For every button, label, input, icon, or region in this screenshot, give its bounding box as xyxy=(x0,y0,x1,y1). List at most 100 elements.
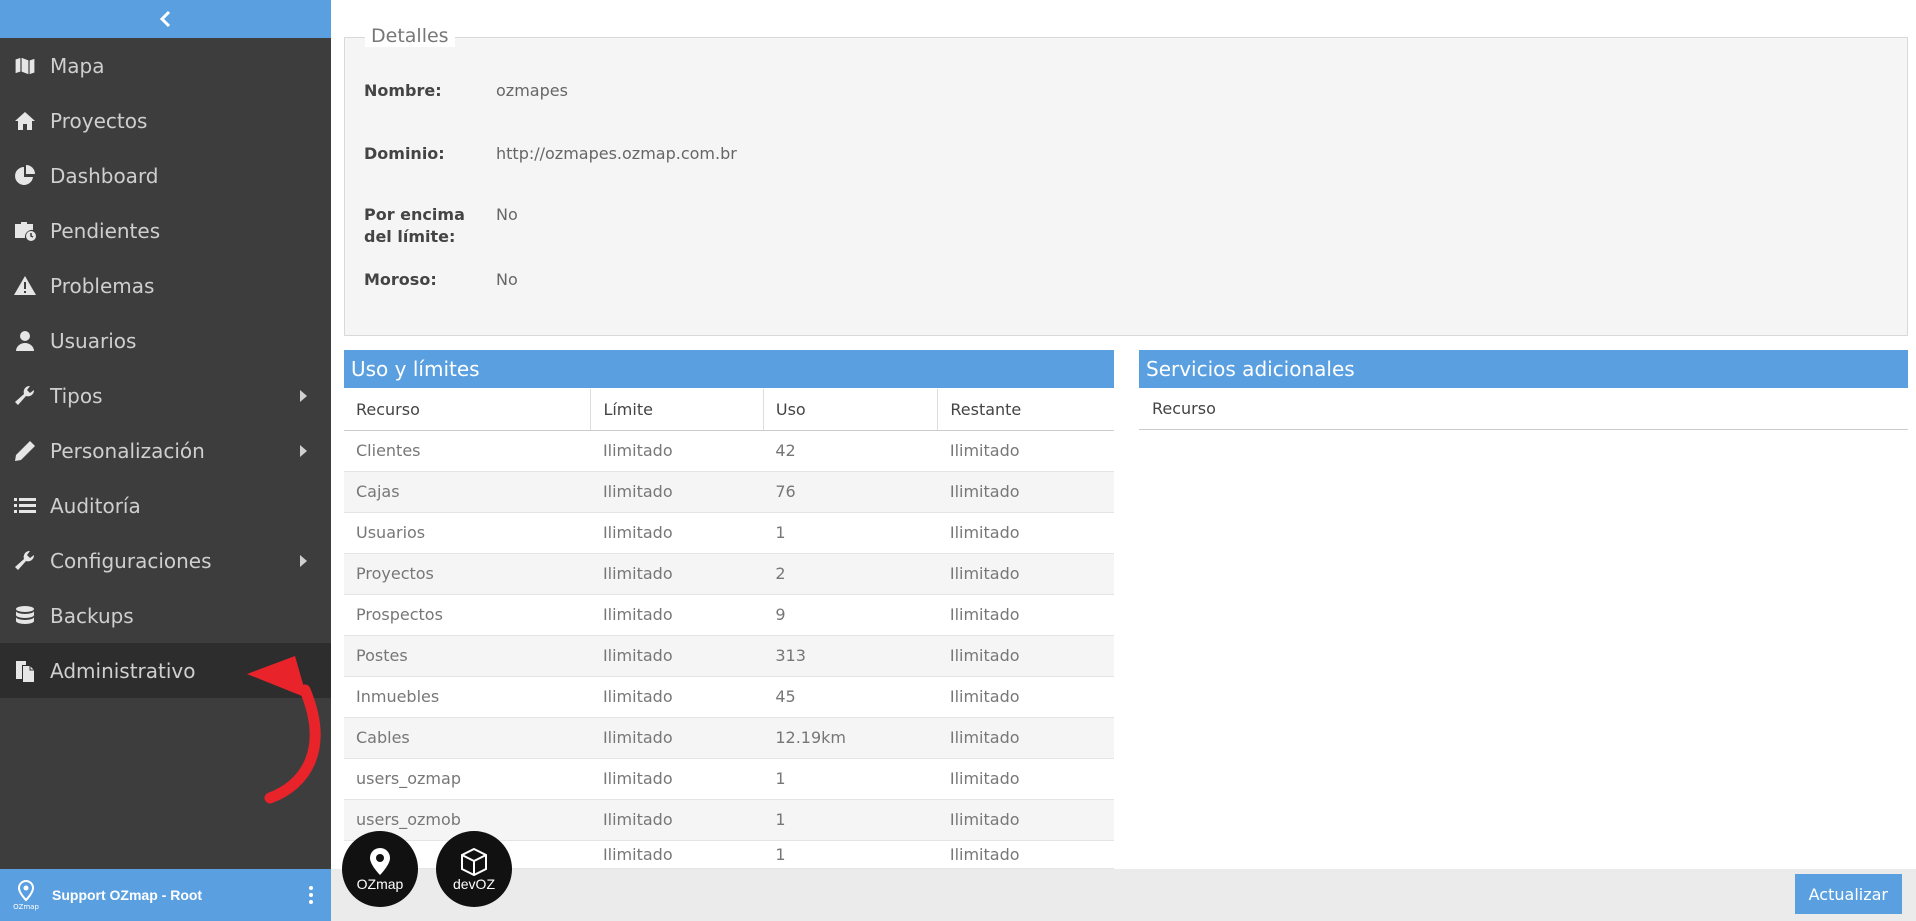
sidebar-item-personalizacion[interactable]: Personalización xyxy=(0,423,331,478)
sidebar-item-label: Personalización xyxy=(50,438,205,463)
column-header[interactable]: Límite xyxy=(590,389,764,431)
sidebar-item-label: Proyectos xyxy=(50,108,148,133)
sidebar-item-backups[interactable]: Backups xyxy=(0,588,331,643)
cell: 1 xyxy=(763,799,938,841)
cell: 313 xyxy=(763,635,938,677)
sidebar-item-tipos[interactable]: Tipos xyxy=(0,368,331,423)
user-menu-button[interactable] xyxy=(291,869,331,921)
details-fieldset: Detalles Nombre: ozmapes Dominio: http:/… xyxy=(344,25,1908,336)
ozmap-logo: OZmap xyxy=(0,869,52,921)
table-row: Usuarios Ilimitado 1 Ilimitado xyxy=(344,512,1114,554)
copy-document-icon xyxy=(12,658,38,684)
bottom-action-bar: Actualizar xyxy=(331,869,1916,921)
sidebar-item-label: Administrativo xyxy=(50,658,196,683)
cell: users_ozmap xyxy=(344,758,591,800)
detail-label: Por encima del límite: xyxy=(364,205,465,246)
wrench-icon xyxy=(12,383,38,409)
cell: Ilimitado xyxy=(937,471,1114,513)
cell: Ilimitado xyxy=(937,840,1114,869)
cell: Ilimitado xyxy=(590,676,764,718)
sidebar-item-problemas[interactable]: Problemas xyxy=(0,258,331,313)
table-row: Cajas Ilimitado 76 Ilimitado xyxy=(344,471,1114,513)
cell: Usuarios xyxy=(344,512,591,554)
table-row: Inmuebles Ilimitado 45 Ilimitado xyxy=(344,676,1114,718)
sidebar-item-mapa[interactable]: Mapa xyxy=(0,38,331,93)
detail-value: ozmapes xyxy=(496,81,568,100)
cell: Ilimitado xyxy=(937,758,1114,800)
chevron-left-icon xyxy=(159,10,170,28)
cell: Inmuebles xyxy=(344,676,591,718)
sidebar-item-dashboard[interactable]: Dashboard xyxy=(0,148,331,203)
cell: Ilimitado xyxy=(937,553,1114,595)
sidebar-item-label: Problemas xyxy=(50,273,155,298)
sidebar: Mapa Proyectos Dashboard Pendientes Prob… xyxy=(0,0,331,921)
sidebar-item-usuarios[interactable]: Usuarios xyxy=(0,313,331,368)
cell: Ilimitado xyxy=(937,512,1114,554)
sidebar-item-label: Backups xyxy=(50,603,134,628)
cell: Ilimitado xyxy=(590,594,764,636)
cell: Ilimitado xyxy=(590,717,764,759)
user-icon xyxy=(12,328,38,354)
briefcase-clock-icon xyxy=(12,218,38,244)
services-column-header[interactable]: Recurso xyxy=(1139,389,1908,430)
cell: Cajas xyxy=(344,471,591,513)
main-content: Detalles Nombre: ozmapes Dominio: http:/… xyxy=(331,0,1916,869)
current-user-name: Support OZmap - Root xyxy=(52,887,203,903)
sidebar-item-label: Pendientes xyxy=(50,218,161,243)
cell: Ilimitado xyxy=(937,635,1114,677)
sidebar-item-label: Auditoría xyxy=(50,493,141,518)
badge-label: OZmap xyxy=(356,876,404,892)
cell: Ilimitado xyxy=(590,471,764,513)
map-pin-icon xyxy=(17,879,35,901)
table-row: Cables Ilimitado 12.19km Ilimitado xyxy=(344,717,1114,759)
home-icon xyxy=(12,108,38,134)
cell: 76 xyxy=(763,471,938,513)
table-header-row: Recurso Límite Uso Restante xyxy=(344,389,1114,431)
badge-label: devOZ xyxy=(452,876,495,892)
ozmap-app-badge[interactable]: OZmap xyxy=(342,831,418,907)
sidebar-item-administrativo[interactable]: Administrativo xyxy=(0,643,331,698)
sidebar-collapse-button[interactable] xyxy=(0,0,331,38)
cell: Ilimitado xyxy=(937,717,1114,759)
cell: Ilimitado xyxy=(590,799,764,841)
cell: Ilimitado xyxy=(590,430,764,472)
sidebar-item-auditoria[interactable]: Auditoría xyxy=(0,478,331,533)
devoz-app-badge[interactable]: devOZ xyxy=(436,831,512,907)
usage-panel-title: Uso y límites xyxy=(344,350,1114,388)
sidebar-item-label: Mapa xyxy=(50,53,105,78)
cell: 12.19km xyxy=(763,717,938,759)
kebab-menu-icon xyxy=(309,886,313,890)
detail-row-moroso: Moroso: No xyxy=(364,269,518,291)
caret-right-icon xyxy=(300,445,307,457)
usage-table: Recurso Límite Uso Restante Clientes Ilim… xyxy=(344,389,1114,869)
caret-right-icon xyxy=(300,555,307,567)
update-button[interactable]: Actualizar xyxy=(1794,874,1902,914)
sidebar-item-configuraciones[interactable]: Configuraciones xyxy=(0,533,331,588)
table-row: users_ozmap Ilimitado 1 Ilimitado xyxy=(344,758,1114,800)
wrench-icon xyxy=(12,548,38,574)
details-legend: Detalles xyxy=(365,25,455,47)
caret-right-icon xyxy=(300,390,307,402)
cell: Ilimitado xyxy=(590,758,764,800)
table-row: Postes Ilimitado 313 Ilimitado xyxy=(344,635,1114,677)
column-header[interactable]: Recurso xyxy=(344,389,592,431)
column-header[interactable]: Uso xyxy=(763,389,939,431)
cell: 1 xyxy=(763,512,938,554)
cell: 2 xyxy=(763,553,938,595)
cell: 9 xyxy=(763,594,938,636)
detail-row-dominio: Dominio: http://ozmapes.ozmap.com.br xyxy=(364,143,737,165)
column-header[interactable]: Restante xyxy=(937,389,1114,431)
cell: Ilimitado xyxy=(590,635,764,677)
cell: Cables xyxy=(344,717,591,759)
sidebar-item-label: Usuarios xyxy=(50,328,137,353)
services-panel-title: Servicios adicionales xyxy=(1139,350,1908,388)
table-row: Prospectos Ilimitado 9 Ilimitado xyxy=(344,594,1114,636)
detail-label: Dominio: xyxy=(364,144,445,163)
cell: Ilimitado xyxy=(937,676,1114,718)
list-icon xyxy=(12,493,38,519)
cell: Ilimitado xyxy=(937,799,1114,841)
sidebar-item-proyectos[interactable]: Proyectos xyxy=(0,93,331,148)
detail-label: Nombre: xyxy=(364,81,442,100)
detail-row-limite: Por encima del límite: No xyxy=(364,204,518,248)
sidebar-item-pendientes[interactable]: Pendientes xyxy=(0,203,331,258)
